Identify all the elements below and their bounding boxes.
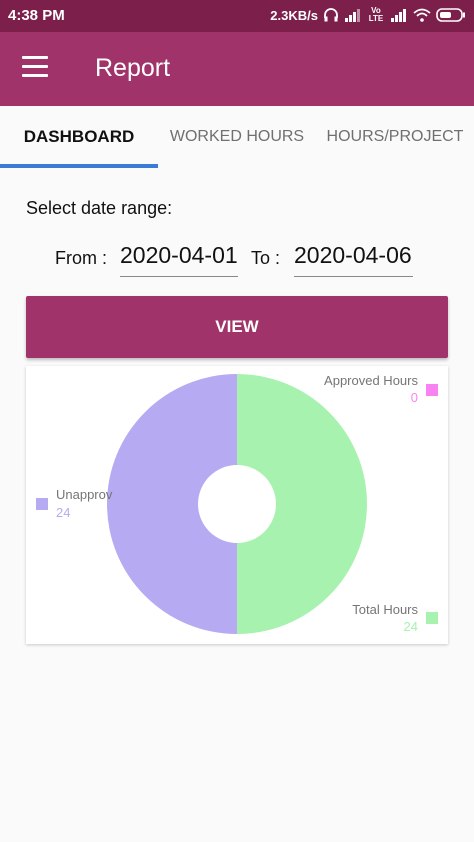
legend-unapproved-label: Unapprov xyxy=(56,487,113,502)
legend-unapproved-swatch xyxy=(36,498,48,510)
status-bar: 4:38 PM 2.3KB/s Vo LTE xyxy=(0,0,474,32)
status-icons: 2.3KB/s Vo LTE xyxy=(270,7,466,23)
battery-icon xyxy=(436,8,465,22)
view-button[interactable]: VIEW xyxy=(26,296,448,358)
hours-chart-card: Approved Hours 0 Unapprov 24 Total Hours… xyxy=(26,366,448,644)
tab-hours-project[interactable]: HOURS/PROJECT xyxy=(316,106,474,168)
tab-indicator xyxy=(0,164,158,168)
headphones-icon xyxy=(324,8,338,22)
wifi-icon xyxy=(413,8,431,22)
legend-total-label: Total Hours xyxy=(352,602,418,617)
page-title: Report xyxy=(95,54,171,82)
legend-total-value: 24 xyxy=(404,619,418,634)
signal-icon xyxy=(345,9,360,22)
donut-hole xyxy=(198,465,276,543)
tab-bar: DASHBOARD WORKED HOURS HOURS/PROJECT xyxy=(0,106,474,168)
legend-total-swatch xyxy=(426,612,438,624)
legend-unapproved-value: 24 xyxy=(56,505,70,520)
signal-icon-2 xyxy=(391,9,406,22)
hours-donut-chart: Approved Hours 0 Unapprov 24 Total Hours… xyxy=(36,373,438,634)
from-label: From : xyxy=(55,248,107,268)
tab-dashboard[interactable]: DASHBOARD xyxy=(0,106,158,168)
status-time: 4:38 PM xyxy=(8,7,65,24)
volte-badge: Vo LTE xyxy=(368,6,384,23)
legend-approved-swatch xyxy=(426,384,438,396)
menu-icon[interactable] xyxy=(22,56,50,80)
to-label: To : xyxy=(251,248,281,268)
tab-worked-hours[interactable]: WORKED HOURS xyxy=(158,106,316,168)
from-date-field[interactable]: 2020-04-01 xyxy=(120,242,238,277)
date-range-label: Select date range: xyxy=(26,198,173,218)
network-speed: 2.3KB/s xyxy=(270,7,318,23)
legend-approved-label: Approved Hours xyxy=(324,373,418,388)
to-date-field[interactable]: 2020-04-06 xyxy=(294,242,413,277)
legend-approved-value: 0 xyxy=(411,390,418,405)
app-bar: Report xyxy=(0,32,474,106)
